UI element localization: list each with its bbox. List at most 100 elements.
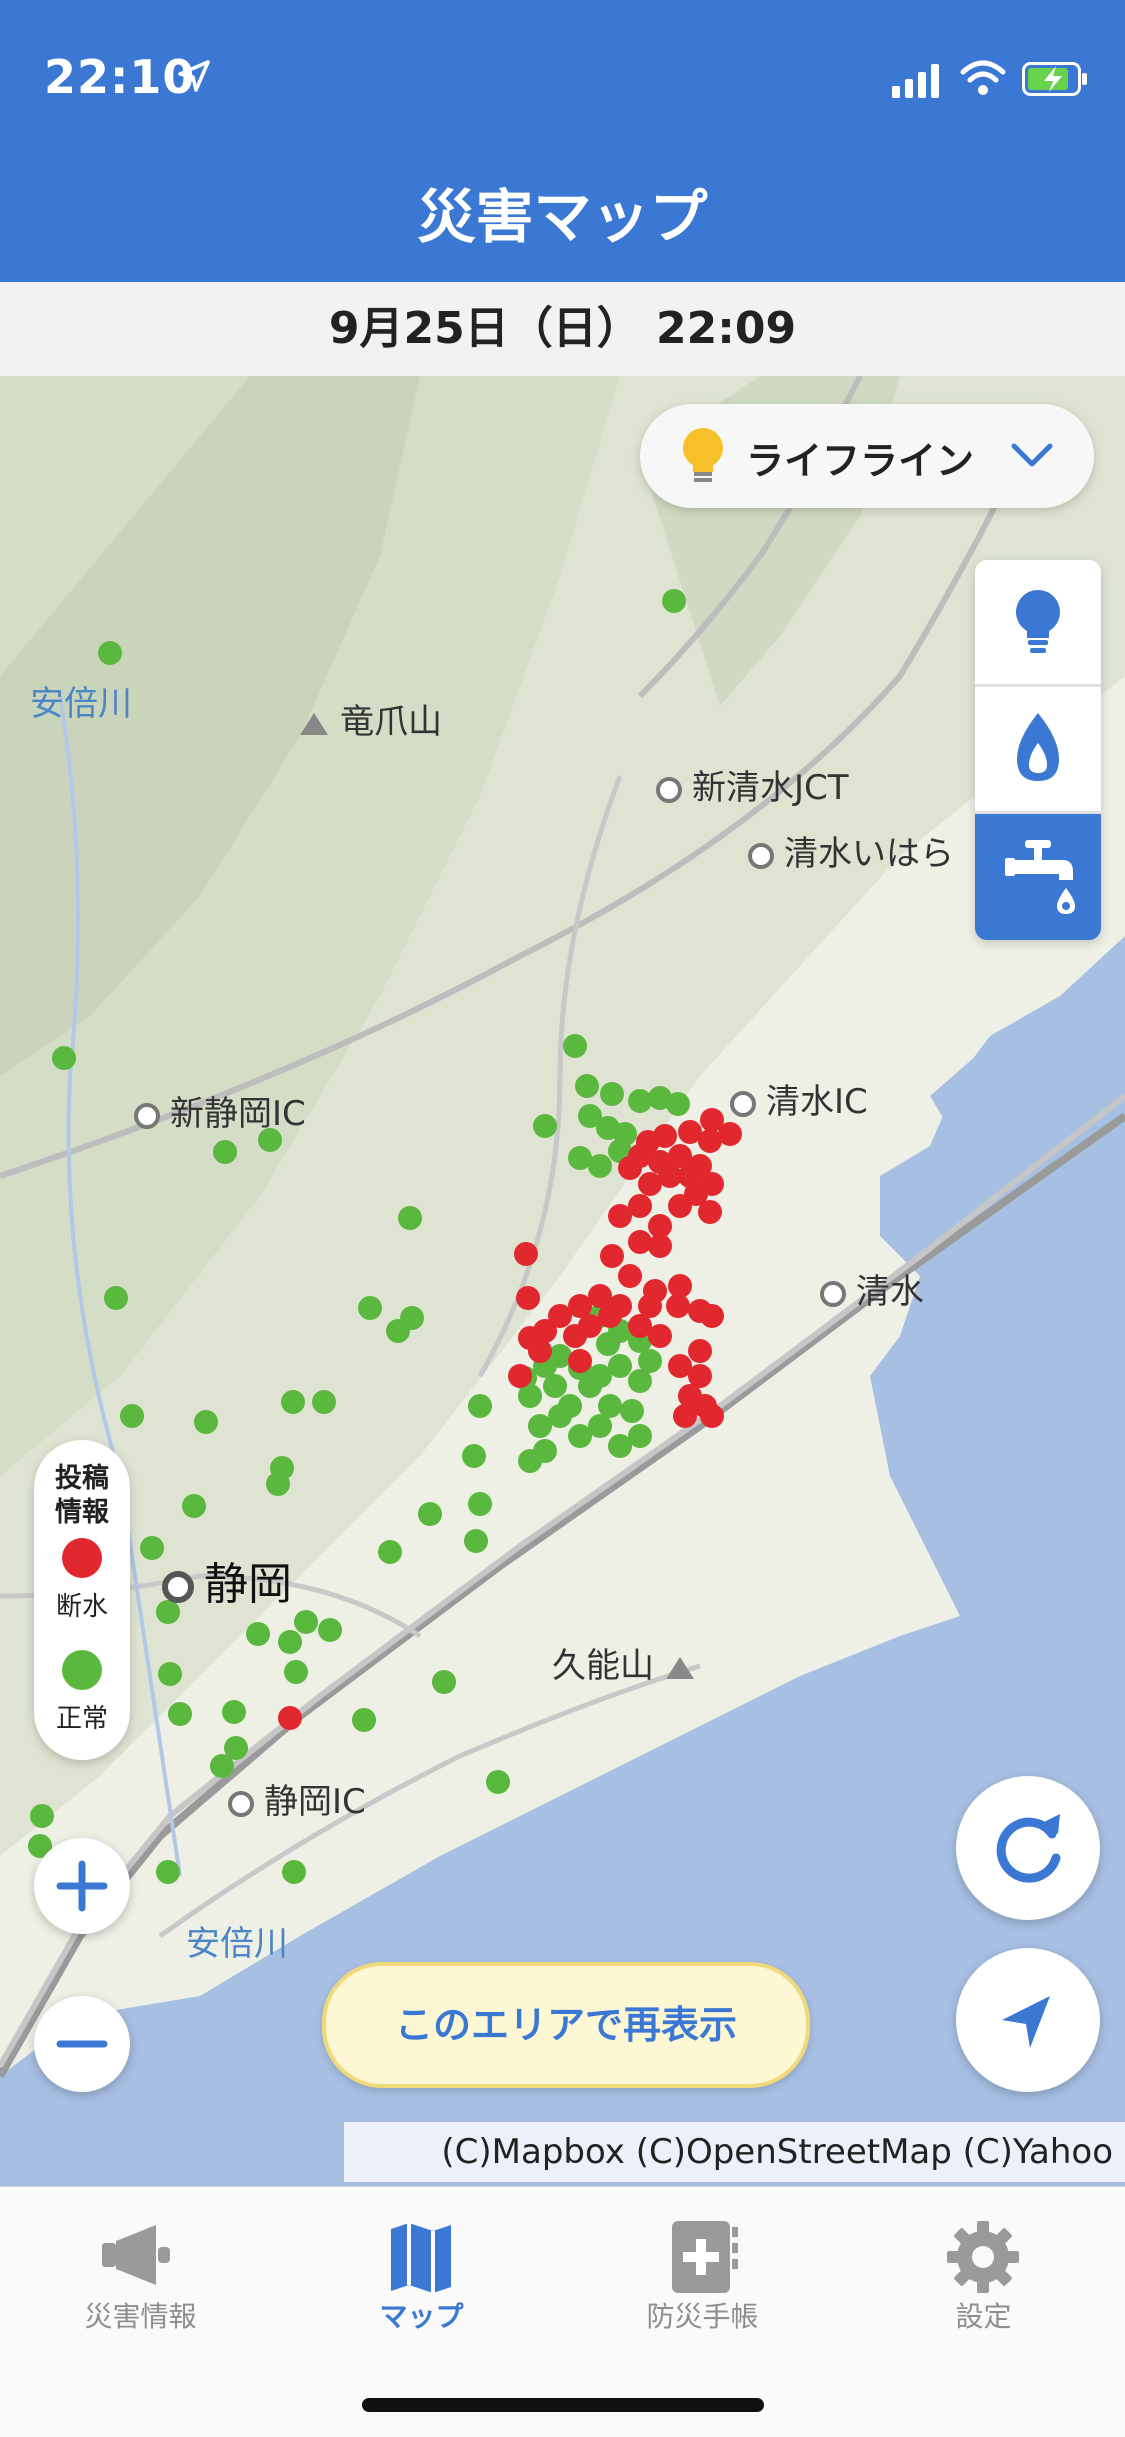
redisplay-area-button[interactable]: このエリアで再表示 [322, 1962, 810, 2088]
post-marker-normal[interactable] [548, 1404, 572, 1428]
post-marker-normal[interactable] [398, 1206, 422, 1230]
post-marker-outage[interactable] [568, 1349, 592, 1373]
tab-disaster-info[interactable]: 災害情報 [0, 2187, 281, 2367]
legend-normal-label: 正常 [55, 1704, 108, 1734]
post-marker-outage[interactable] [648, 1234, 672, 1258]
post-marker-normal[interactable] [628, 1424, 652, 1448]
post-marker-outage[interactable] [600, 1244, 624, 1268]
post-marker-normal[interactable] [140, 1536, 164, 1560]
post-marker-normal[interactable] [278, 1630, 302, 1654]
post-marker-normal[interactable] [156, 1860, 180, 1884]
post-marker-normal[interactable] [182, 1494, 206, 1518]
post-marker-outage[interactable] [608, 1294, 632, 1318]
post-marker-outage[interactable] [666, 1294, 690, 1318]
post-marker-normal[interactable] [352, 1708, 376, 1732]
post-marker-normal[interactable] [158, 1662, 182, 1686]
post-marker-normal[interactable] [52, 1046, 76, 1070]
post-marker-normal[interactable] [464, 1529, 488, 1553]
tab-map[interactable]: マップ [281, 2187, 562, 2367]
post-marker-outage[interactable] [618, 1156, 642, 1180]
post-marker-outage[interactable] [516, 1286, 540, 1310]
post-marker-normal[interactable] [578, 1374, 602, 1398]
post-marker-normal[interactable] [120, 1404, 144, 1428]
place-label: 久能山 [552, 1646, 654, 1686]
post-marker-normal[interactable] [608, 1354, 632, 1378]
zoom-out-button[interactable] [34, 1996, 130, 2092]
post-marker-normal[interactable] [462, 1444, 486, 1468]
post-marker-normal[interactable] [620, 1399, 644, 1423]
post-marker-normal[interactable] [588, 1414, 612, 1438]
post-marker-normal[interactable] [600, 1082, 624, 1106]
post-marker-outage[interactable] [688, 1339, 712, 1363]
post-marker-outage[interactable] [700, 1304, 724, 1328]
post-marker-outage[interactable] [678, 1164, 702, 1188]
post-marker-normal[interactable] [666, 1092, 690, 1116]
post-marker-normal[interactable] [213, 1140, 237, 1164]
tab-handbook[interactable]: 防災手帳 [562, 2187, 843, 2367]
current-location-button[interactable] [956, 1948, 1100, 2092]
post-marker-normal[interactable] [596, 1332, 620, 1356]
post-marker-normal[interactable] [284, 1660, 308, 1684]
post-marker-outage[interactable] [673, 1404, 697, 1428]
post-marker-normal[interactable] [281, 1390, 305, 1414]
post-marker-normal[interactable] [98, 641, 122, 665]
post-marker-normal[interactable] [222, 1700, 246, 1724]
post-marker-normal[interactable] [282, 1860, 306, 1884]
post-marker-outage[interactable] [278, 1706, 302, 1730]
post-marker-outage[interactable] [653, 1124, 677, 1148]
post-marker-normal[interactable] [418, 1502, 442, 1526]
post-marker-normal[interactable] [168, 1702, 192, 1726]
location-arrow-icon [1002, 1996, 1050, 2048]
post-marker-outage[interactable] [514, 1242, 538, 1266]
post-marker-normal[interactable] [294, 1610, 318, 1634]
post-marker-outage[interactable] [548, 1304, 572, 1328]
post-marker-normal[interactable] [432, 1670, 456, 1694]
post-marker-normal[interactable] [266, 1472, 290, 1496]
post-marker-normal[interactable] [533, 1439, 557, 1463]
faucet-icon [1005, 840, 1075, 914]
post-marker-outage[interactable] [698, 1200, 722, 1224]
post-marker-normal[interactable] [486, 1770, 510, 1794]
post-marker-normal[interactable] [468, 1394, 492, 1418]
post-marker-normal[interactable] [533, 1114, 557, 1138]
post-marker-normal[interactable] [662, 589, 686, 613]
post-marker-outage[interactable] [718, 1122, 742, 1146]
post-marker-normal[interactable] [575, 1074, 599, 1098]
post-marker-outage[interactable] [628, 1314, 652, 1338]
post-marker-outage[interactable] [618, 1264, 642, 1288]
post-marker-outage[interactable] [668, 1194, 692, 1218]
post-marker-normal[interactable] [468, 1492, 492, 1516]
post-marker-normal[interactable] [246, 1622, 270, 1646]
post-marker-normal[interactable] [543, 1374, 567, 1398]
post-marker-normal[interactable] [318, 1618, 342, 1642]
zoom-in-button[interactable] [34, 1838, 130, 1934]
post-marker-outage[interactable] [508, 1364, 532, 1388]
post-marker-normal[interactable] [563, 1034, 587, 1058]
place-label-shizuoka: 静岡 [162, 1548, 292, 1612]
post-marker-outage[interactable] [700, 1404, 724, 1428]
post-marker-outage[interactable] [628, 1230, 652, 1254]
lifeline-category-dropdown[interactable]: ライフライン [640, 404, 1094, 508]
layer-water-button[interactable] [975, 814, 1101, 940]
post-marker-outage[interactable] [628, 1194, 652, 1218]
post-marker-normal[interactable] [386, 1319, 410, 1343]
lifeline-layer-panel [975, 560, 1101, 940]
post-marker-normal[interactable] [568, 1146, 592, 1170]
map-attribution[interactable]: (C)Mapbox (C)OpenStreetMap (C)Yahoo Japa… [344, 2122, 1125, 2232]
post-marker-normal[interactable] [194, 1410, 218, 1434]
post-marker-normal[interactable] [312, 1390, 336, 1414]
river-label-abe-south: 安倍川 [186, 1924, 288, 1964]
tab-settings[interactable]: 設定 [843, 2187, 1124, 2367]
post-marker-normal[interactable] [358, 1296, 382, 1320]
tab-label: マップ [379, 2300, 464, 2333]
post-marker-outage[interactable] [528, 1339, 552, 1363]
layer-electricity-button[interactable] [975, 560, 1101, 684]
post-marker-normal[interactable] [30, 1804, 54, 1828]
date-time-bar: 9月25日（日） 22:09 [0, 282, 1125, 377]
layer-gas-button[interactable] [975, 687, 1101, 811]
refresh-button[interactable] [956, 1776, 1100, 1920]
cellular-signal-icon [892, 64, 939, 98]
post-marker-normal[interactable] [104, 1286, 128, 1310]
post-marker-normal[interactable] [378, 1540, 402, 1564]
post-marker-normal[interactable] [638, 1349, 662, 1373]
